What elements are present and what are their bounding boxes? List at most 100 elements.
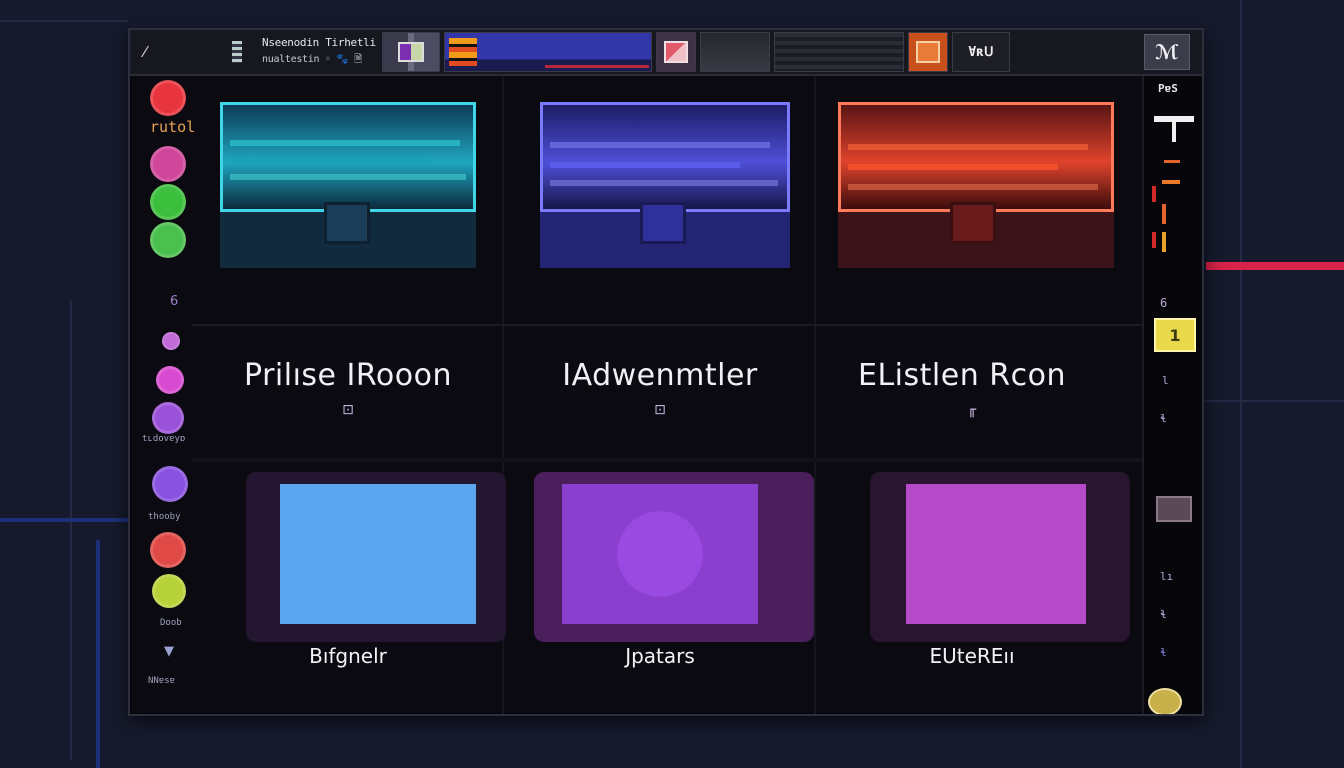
- game-subtitle-icon: ⊡: [654, 402, 666, 418]
- sidebar-button-11[interactable]: [152, 574, 186, 608]
- category-title: Bıfgnelr: [309, 644, 387, 668]
- app-title-line2: nualtestin ◦ 🐾 🗎: [262, 53, 362, 65]
- thumbnail-icon: [398, 42, 424, 62]
- indicator-mark: [1152, 186, 1156, 202]
- sidebar-button-10[interactable]: [150, 532, 186, 568]
- left-sidebar: rutol 6 tʟdovɐyɒ thooby Doob ▼ NNɐsɐ: [130, 76, 196, 714]
- recent-game-thumbnail[interactable]: [700, 32, 770, 72]
- settings-grip-icon[interactable]: [232, 41, 242, 63]
- game-subtitle-icon: ⊡: [342, 402, 354, 418]
- sidebar-label-8: tʟdovɐyɒ: [142, 434, 186, 444]
- menu-icon[interactable]: ⁄: [130, 30, 160, 75]
- side-number: ɬ: [1160, 646, 1167, 659]
- game-title: EListlen Rcon: [858, 358, 1066, 393]
- indicator-mark: [1164, 160, 1180, 163]
- game-subtitle-icon: ╓: [967, 402, 977, 418]
- screen-frame: [838, 102, 1114, 212]
- chevron-down-icon[interactable]: ▼: [164, 644, 174, 659]
- sidebar-button-4[interactable]: [150, 222, 186, 258]
- right-sidebar-label: PɐS: [1158, 82, 1178, 95]
- logo-icon[interactable]: ℳ: [1144, 34, 1190, 70]
- sidebar-button-3[interactable]: [150, 184, 186, 220]
- screen-box: [324, 202, 370, 244]
- avatar[interactable]: [1156, 496, 1192, 522]
- status-badge[interactable]: Ɐʀᑌ: [952, 32, 1010, 72]
- indicator-mark: [1162, 204, 1166, 224]
- sidebar-button-9[interactable]: [152, 466, 188, 502]
- sidebar-label-13: NNɐsɐ: [148, 676, 176, 686]
- sidebar-button-1[interactable]: [150, 80, 186, 116]
- thumbnail-icon: [449, 38, 477, 66]
- sidebar-label-9: thooby: [148, 512, 181, 522]
- background-circuit-line: [1204, 400, 1344, 402]
- indicator-mark: [1152, 232, 1156, 248]
- category-thumbnail: [562, 484, 758, 624]
- character-icon[interactable]: [1148, 688, 1182, 714]
- game-card[interactable]: IAdwenmtler ⊡: [504, 76, 816, 462]
- category-title: Jpatars: [625, 644, 695, 668]
- recent-game-thumbnail[interactable]: [444, 32, 652, 72]
- sidebar-label-1: rutol: [150, 118, 196, 136]
- game-title: Prilıse IRooon: [244, 358, 452, 393]
- indicator-mark: [1162, 232, 1166, 252]
- background-accent-line: [1206, 262, 1344, 270]
- thumbnail-icon: [916, 41, 940, 63]
- sidebar-button-6[interactable]: [162, 332, 180, 350]
- game-card[interactable]: EListlen Rcon ╓: [816, 76, 1128, 462]
- side-number: l: [1162, 374, 1169, 387]
- background-circuit-line: [1240, 0, 1242, 768]
- quest-marker-label: 1: [1169, 325, 1181, 345]
- side-number: ɬ: [1160, 608, 1167, 621]
- screen-frame: [540, 102, 790, 212]
- side-number: 6: [1160, 296, 1168, 310]
- right-sidebar: PɐS 6 1 l ɬ lı ɬ ɬ: [1142, 76, 1202, 714]
- sidebar-label-12: Doob: [160, 618, 182, 628]
- category-card[interactable]: EUteREıı: [816, 462, 1130, 714]
- screen-band: [550, 162, 740, 168]
- sidebar-button-2[interactable]: [150, 146, 186, 182]
- sidebar-label-5: 6: [170, 294, 179, 309]
- sidebar-button-8[interactable]: [152, 402, 184, 434]
- screen-box: [640, 202, 686, 244]
- recent-game-thumbnail[interactable]: [382, 32, 440, 72]
- screen-band: [550, 180, 778, 186]
- screen-band: [848, 164, 1058, 170]
- thumbnail-icon: [664, 41, 688, 63]
- quest-marker[interactable]: 1: [1154, 318, 1196, 352]
- screen-band: [848, 184, 1098, 190]
- recent-game-thumbnail[interactable]: [656, 32, 696, 72]
- category-card[interactable]: Jpatars: [504, 462, 816, 714]
- screen-box: [950, 202, 996, 244]
- app-title: Nseenodin Tirhetli nualtestin ◦ 🐾 🗎: [262, 36, 382, 69]
- category-title: EUteREıı: [929, 644, 1015, 668]
- game-screen-art: [220, 102, 476, 276]
- screen-frame: [220, 102, 476, 212]
- recent-game-thumbnail[interactable]: [774, 32, 904, 72]
- screen-band: [848, 144, 1088, 150]
- game-screen-art: [838, 102, 1118, 276]
- indicator-mark: [1162, 180, 1180, 184]
- background-circuit-line: [96, 540, 100, 768]
- top-bar-spacer: [160, 30, 228, 75]
- progress-bar: [477, 32, 651, 72]
- screen-band: [230, 140, 460, 146]
- side-number: ɬ: [1160, 412, 1167, 425]
- background-circuit-line: [70, 300, 72, 760]
- category-thumbnail: [280, 484, 476, 624]
- screen-band: [230, 158, 430, 164]
- launcher-window: ⁄ Nseenodin Tirhetli nualtestin ◦ 🐾 🗎 Ɐʀ…: [128, 28, 1204, 716]
- game-grid: Prilıse IRooon ⊡ IAdwenmtler ⊡ EListlen …: [192, 76, 1142, 714]
- app-title-line1: Nseenodin Tirhetli: [262, 35, 376, 49]
- flag-icon: [1172, 122, 1176, 142]
- background-circuit-line: [0, 518, 128, 522]
- grid-divider: [192, 324, 1142, 326]
- recent-game-thumbnail[interactable]: [908, 32, 948, 72]
- top-bar: ⁄ Nseenodin Tirhetli nualtestin ◦ 🐾 🗎 Ɐʀ…: [130, 30, 1202, 76]
- sidebar-button-7[interactable]: [156, 366, 184, 394]
- category-thumbnail: [906, 484, 1086, 624]
- game-screen-art: [540, 102, 790, 276]
- category-card[interactable]: Bıfgnelr: [192, 462, 506, 714]
- game-card[interactable]: Prilıse IRooon ⊡: [192, 76, 504, 462]
- side-number: lı: [1160, 570, 1174, 583]
- screen-band: [550, 142, 770, 148]
